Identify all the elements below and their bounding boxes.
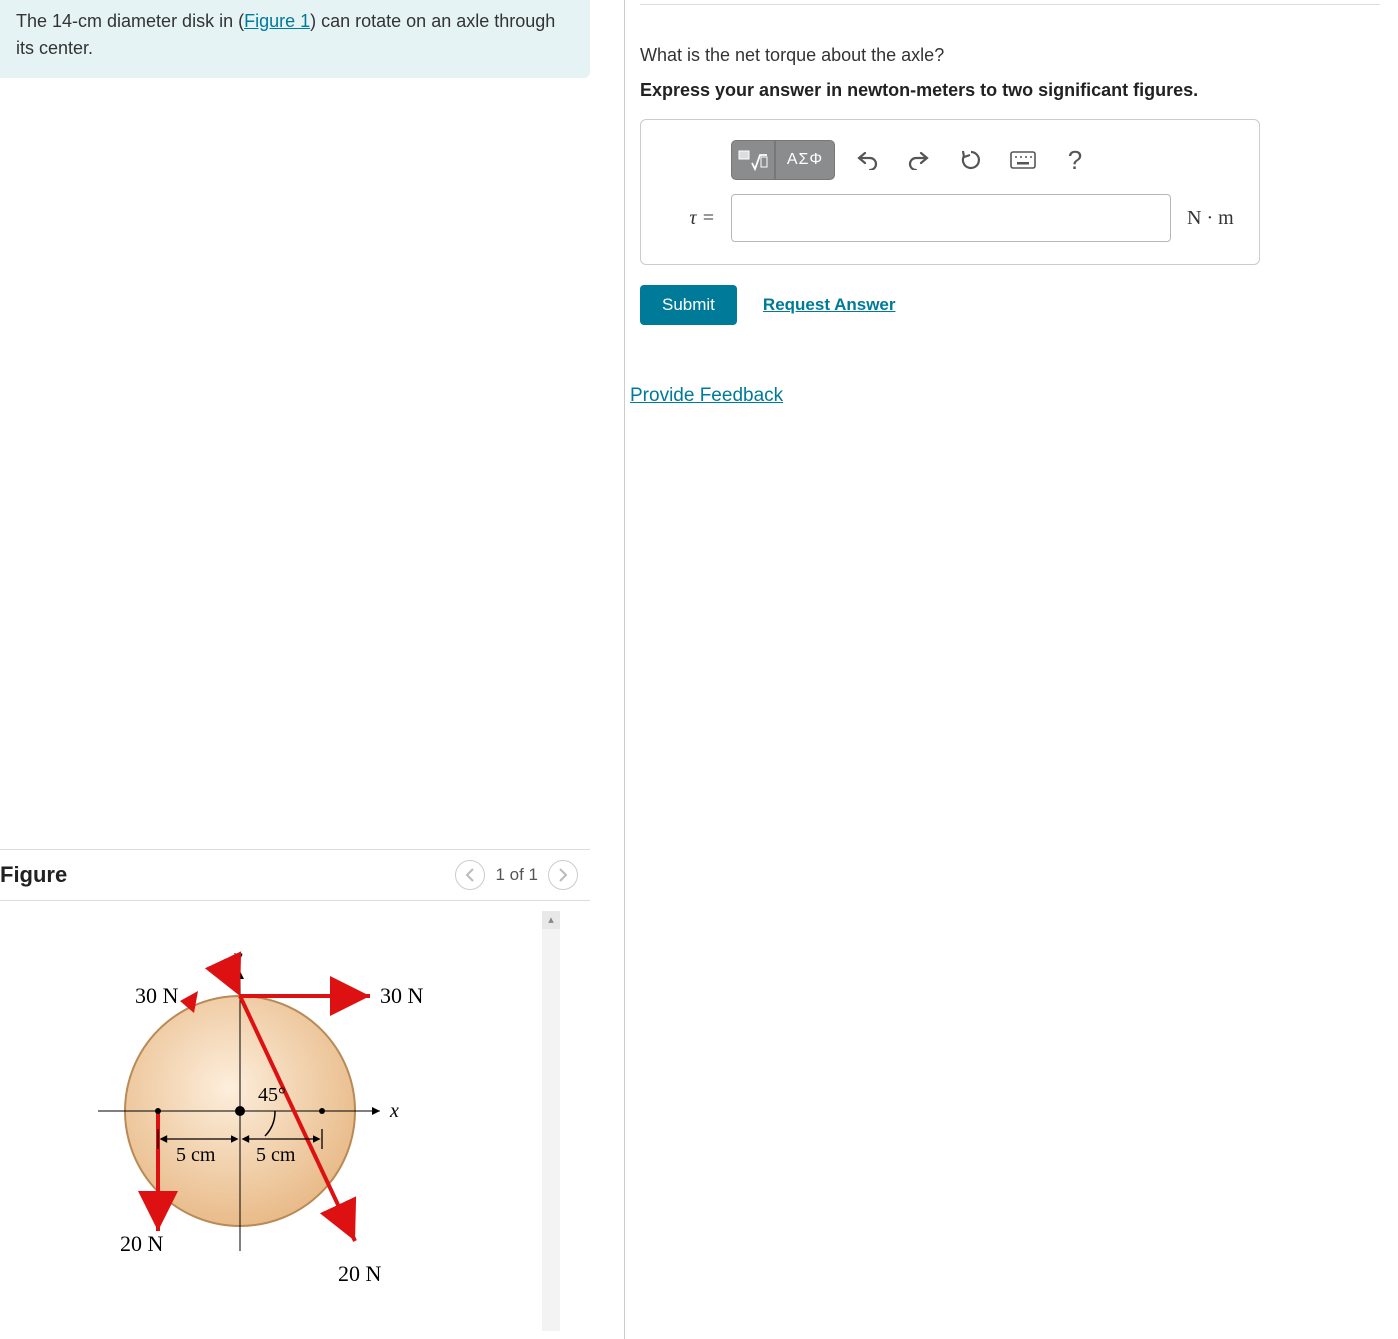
problem-statement: The 14-cm diameter disk in (Figure 1) ca… (0, 0, 590, 78)
reset-button[interactable] (951, 140, 991, 180)
axis-y-label: y (232, 946, 243, 968)
part-panel: What is the net torque about the axle? E… (640, 4, 1380, 407)
provide-feedback-link[interactable]: Provide Feedback (630, 385, 783, 407)
force-30-radial-label: 30 N (135, 983, 179, 1008)
undo-button[interactable] (847, 140, 887, 180)
figure-prev-button[interactable] (455, 860, 485, 890)
keyboard-icon (1010, 151, 1036, 169)
figure-page-indicator: 1 of 1 (495, 865, 538, 885)
dim-left-label: 5 cm (176, 1144, 216, 1166)
question-text: What is the net torque about the axle? (640, 45, 1380, 66)
undo-icon (856, 150, 878, 170)
figure-panel: Figure 1 of 1 ▴ (0, 849, 590, 1339)
figure-next-button[interactable] (548, 860, 578, 890)
reset-icon (960, 149, 982, 171)
chevron-right-icon (558, 868, 568, 882)
force-30-tangent-label: 30 N (380, 983, 424, 1008)
figure-link[interactable]: Figure 1 (244, 11, 310, 31)
unit-label: N · m (1187, 207, 1234, 230)
answer-box: ΑΣΦ ? τ = N · m (640, 119, 1260, 265)
axis-x-label: x (389, 1100, 399, 1122)
figure-scrollbar[interactable]: ▴ (542, 911, 560, 1331)
column-divider (624, 0, 625, 1339)
force-20-down-label: 20 N (120, 1231, 164, 1256)
fraction-sqrt-icon (738, 149, 768, 171)
request-answer-link[interactable]: Request Answer (763, 295, 896, 315)
greek-button[interactable]: ΑΣΦ (775, 140, 835, 180)
dim-right-label: 5 cm (256, 1144, 296, 1166)
figure-body: ▴ (0, 911, 560, 1331)
help-button[interactable]: ? (1055, 140, 1095, 180)
submit-button[interactable]: Submit (640, 285, 737, 325)
template-button[interactable] (731, 140, 775, 180)
keyboard-button[interactable] (1003, 140, 1043, 180)
figure-title: Figure (0, 862, 67, 888)
disk-diagram: y x 30 N 30 N 45° 20 (80, 921, 460, 1321)
chevron-left-icon (465, 868, 475, 882)
problem-prefix: The 14-cm diameter disk in ( (16, 11, 244, 31)
redo-icon (908, 150, 930, 170)
redo-button[interactable] (899, 140, 939, 180)
instruction-text: Express your answer in newton-meters to … (640, 80, 1380, 101)
variable-label: τ = (659, 207, 715, 230)
force-20-edge-label: 20 N (338, 1261, 382, 1286)
scroll-up-icon: ▴ (542, 911, 560, 929)
equation-toolbar: ΑΣΦ ? (731, 140, 1241, 180)
answer-input[interactable] (731, 194, 1171, 242)
angle-label: 45° (258, 1084, 286, 1106)
